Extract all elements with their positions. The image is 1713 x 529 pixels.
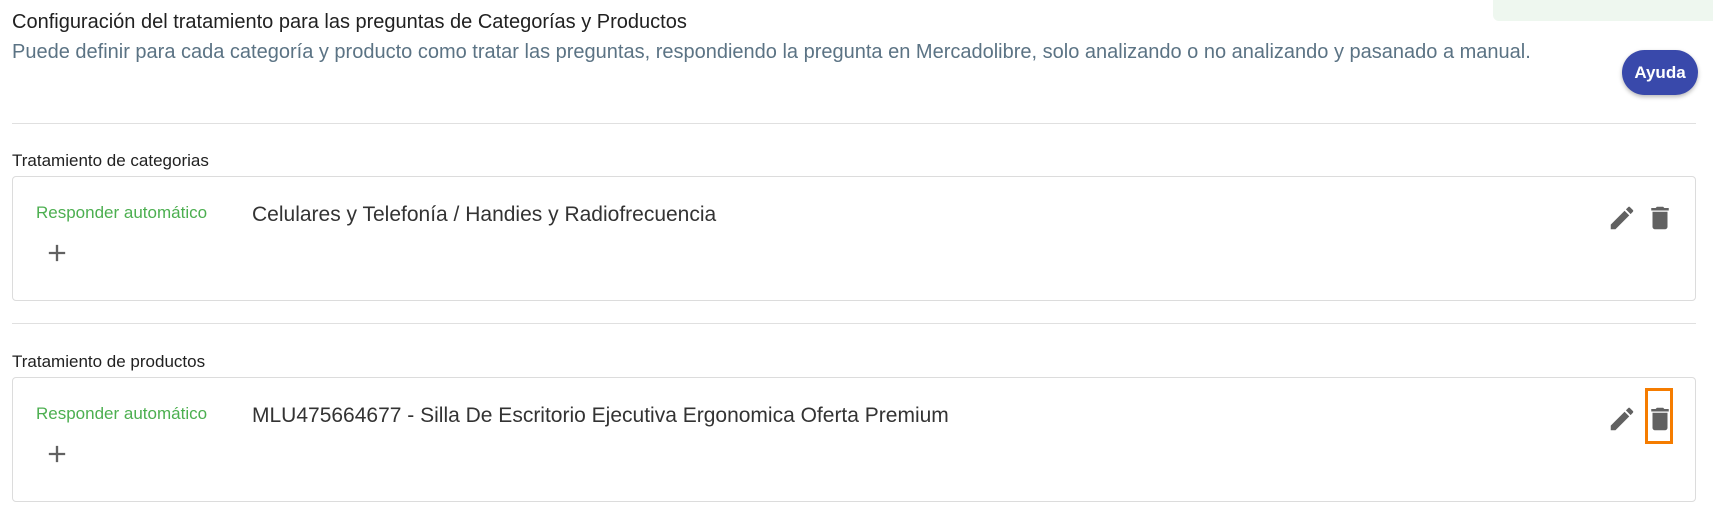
products-section-label: Tratamiento de productos [12, 352, 206, 371]
category-mode-label: Responder automático [36, 203, 208, 222]
product-mode-label: Responder automático [36, 404, 208, 423]
category-card: Responder automático Celulares y Telefon… [12, 176, 1696, 301]
section-divider [12, 323, 1696, 324]
page-description: Puede definir para cada categoría y prod… [12, 41, 1531, 63]
plus-icon[interactable] [43, 440, 71, 468]
pencil-icon[interactable] [1607, 203, 1637, 233]
delete-highlight-box [1645, 388, 1673, 444]
header-divider [12, 123, 1696, 124]
plus-icon[interactable] [43, 239, 71, 267]
product-card: Responder automático MLU475664677 - Sill… [12, 377, 1696, 502]
product-name: MLU475664677 - Silla De Escritorio Ejecu… [252, 404, 949, 427]
help-button[interactable]: Ayuda [1622, 50, 1698, 95]
page-header: Configuración del tratamiento para las p… [12, 8, 1582, 68]
page-title: Configuración del tratamiento para las p… [12, 11, 687, 33]
category-name: Celulares y Telefonía / Handies y Radiof… [252, 203, 717, 226]
trash-icon[interactable] [1645, 203, 1675, 233]
pencil-icon[interactable] [1607, 404, 1637, 434]
categories-section-label: Tratamiento de categorias [12, 151, 209, 170]
